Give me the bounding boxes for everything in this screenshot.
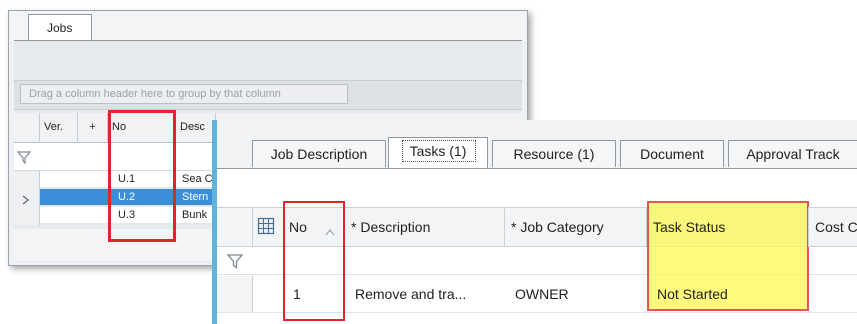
no-column-highlight-box bbox=[108, 110, 176, 242]
tab-document[interactable]: Document bbox=[620, 140, 724, 167]
column-header-job-category[interactable]: * Job Category bbox=[505, 207, 647, 247]
tab-approval-track[interactable]: Approval Track bbox=[728, 140, 857, 167]
cell-description: Remove and tra... bbox=[355, 286, 467, 302]
no-column-highlight-box bbox=[283, 201, 345, 321]
column-header-ver[interactable]: Ver. bbox=[40, 113, 78, 143]
cell-description: Sea C bbox=[182, 173, 213, 185]
cell-job-category: OWNER bbox=[515, 286, 569, 302]
current-row-arrow-icon bbox=[20, 192, 30, 205]
tab-jobs[interactable]: Jobs bbox=[28, 14, 92, 40]
column-header-cost-center[interactable]: Cost C bbox=[809, 207, 857, 247]
tab-resource[interactable]: Resource (1) bbox=[492, 140, 616, 167]
column-header-task-status[interactable]: Task Status bbox=[647, 207, 809, 247]
expand-column-header[interactable]: + bbox=[78, 113, 108, 143]
group-by-hint[interactable]: Drag a column header here to group by th… bbox=[20, 84, 348, 104]
cell-description: Bunk bbox=[182, 209, 208, 221]
cell-task-status: Not Started bbox=[657, 286, 728, 302]
column-header-description[interactable]: * Description bbox=[345, 207, 505, 247]
filter-icon[interactable] bbox=[226, 252, 244, 270]
cell-description: Stern bbox=[182, 191, 209, 203]
column-chooser-icon[interactable] bbox=[257, 217, 275, 235]
tab-focus-outline bbox=[402, 140, 476, 162]
filter-icon[interactable] bbox=[16, 149, 32, 165]
row-indicator-header bbox=[14, 113, 40, 143]
tab-job-description[interactable]: Job Description bbox=[252, 140, 386, 167]
row-selector[interactable] bbox=[217, 276, 253, 312]
column-header-description[interactable]: Desc bbox=[176, 113, 216, 143]
row-selector-header bbox=[217, 207, 253, 247]
